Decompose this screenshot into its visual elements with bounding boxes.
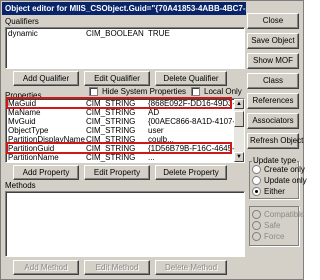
delete-method-button[interactable]: Delete Method [155,260,227,275]
references-button[interactable]: References [247,93,299,109]
scroll-thumb[interactable] [234,111,244,127]
hide-system-properties-label: Hide System Properties [102,87,187,96]
edit-qualifier-button[interactable]: Edit Qualifier [84,71,150,86]
safe-label: Safe [264,221,281,230]
delete-property-button[interactable]: Delete Property [155,165,227,180]
update-only-radio[interactable] [252,176,261,185]
create-only-label: Create only [264,165,305,174]
local-only-checkbox[interactable] [191,87,200,96]
qualifier-value: TRUE [148,29,170,38]
compatible-radio[interactable] [252,210,261,219]
local-only-label: Local Only [204,87,242,96]
close-button[interactable]: Close [247,13,299,29]
object-editor-window: Object editor for MIIS_CSObject.Guid="{7… [0,0,307,280]
hide-system-properties-checkbox[interactable] [89,87,98,96]
qualifiers-list[interactable]: dynamic CIM_BOOLEAN TRUE [5,27,245,69]
either-radio[interactable] [252,187,261,196]
qualifier-type: CIM_BOOLEAN [86,29,144,38]
qualifiers-label: Qualifiers [5,17,39,26]
save-object-button[interactable]: Save Object [247,33,299,49]
edit-method-button[interactable]: Edit Method [84,260,150,275]
add-method-button[interactable]: Add Method [13,260,79,275]
safe-radio[interactable] [252,221,261,230]
properties-scrollbar[interactable]: ▲ ▼ [234,99,244,162]
class-button[interactable]: Class [247,73,299,89]
either-label: Either [264,187,285,196]
scroll-up-icon[interactable]: ▲ [234,99,244,109]
qualifier-name: dynamic [8,29,38,38]
add-qualifier-button[interactable]: Add Qualifier [13,71,79,86]
methods-list[interactable] [5,191,245,257]
associators-button[interactable]: Associators [247,113,299,129]
compatible-label: Compatible [264,210,305,219]
window-title: Object editor for MIIS_CSObject.Guid="{7… [2,2,246,15]
refresh-object-button[interactable]: Refresh Object [247,133,303,149]
edit-property-button[interactable]: Edit Property [84,165,150,180]
property-value: ... [148,153,155,162]
update-only-label: Update only [264,176,307,185]
scroll-down-icon[interactable]: ▼ [234,152,244,162]
qualifier-row[interactable]: dynamic CIM_BOOLEAN TRUE [8,29,244,39]
highlight-partitionguid-row [6,142,232,154]
show-mof-button[interactable]: Show MOF [247,53,299,69]
property-type: CIM_STRING [86,153,136,162]
delete-qualifier-button[interactable]: Delete Qualifier [155,71,227,86]
highlight-maguid-row [6,97,232,109]
create-only-radio[interactable] [252,165,261,174]
property-name: PartitionName [8,153,59,162]
force-label: Force [264,232,285,241]
methods-label: Methods [5,181,36,190]
force-radio[interactable] [252,232,261,241]
add-property-button[interactable]: Add Property [13,165,79,180]
property-row[interactable]: PartitionName CIM_STRING ... [8,153,234,162]
